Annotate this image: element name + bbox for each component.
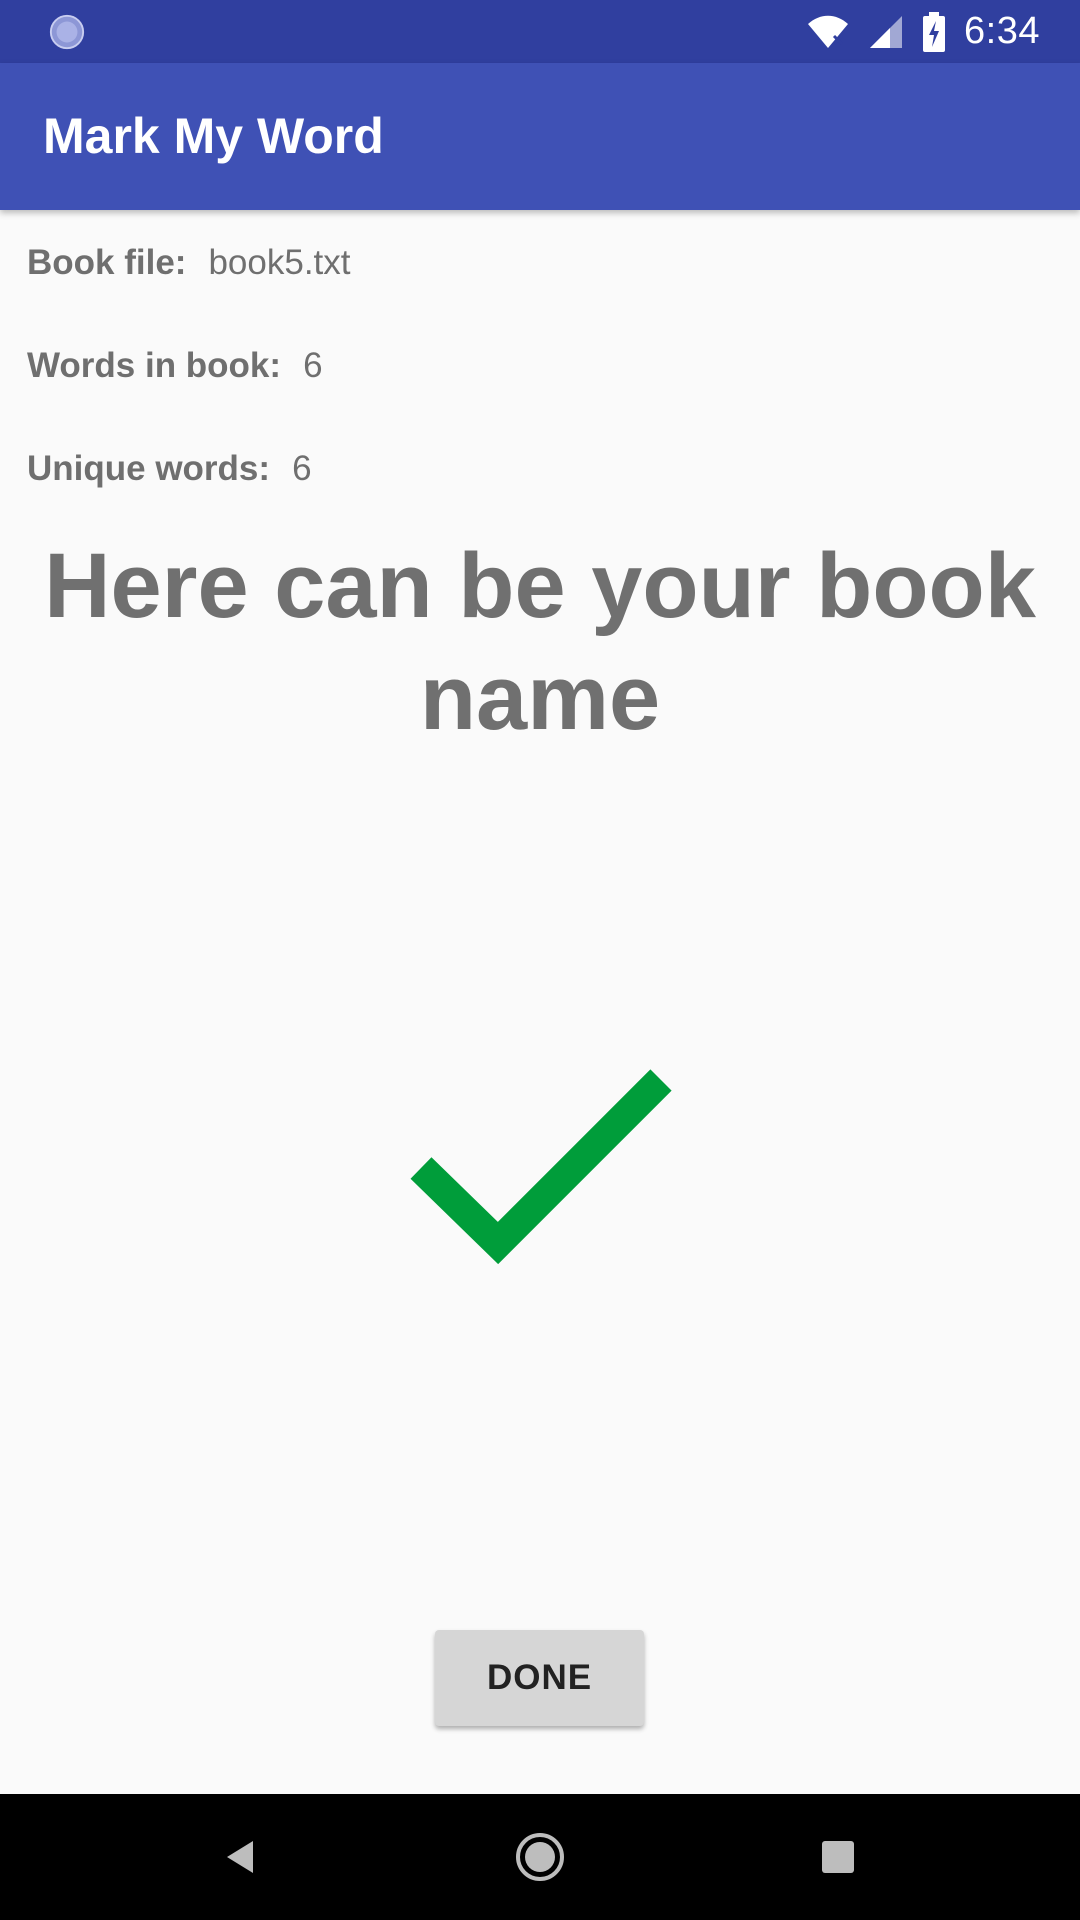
unique-words-label: Unique words: — [27, 449, 271, 488]
cell-signal-icon — [870, 15, 903, 48]
check-icon — [410, 1069, 672, 1265]
words-in-book-value: 6 — [303, 346, 323, 385]
nav-home-button[interactable] — [477, 1794, 603, 1920]
nav-back-button[interactable] — [178, 1794, 304, 1920]
unique-words-row: Unique words: 6 — [27, 449, 312, 489]
nav-recent-apps-button[interactable] — [775, 1794, 901, 1920]
book-file-label: Book file: — [27, 243, 187, 282]
battery-charging-icon — [923, 11, 946, 52]
status-time: 6:34 — [964, 10, 1040, 52]
recent-apps-icon — [822, 1841, 854, 1873]
app-bar: Mark My Word — [0, 63, 1080, 210]
app-title: Mark My Word — [43, 108, 384, 164]
unique-words-value: 6 — [292, 449, 312, 488]
done-button[interactable]: DONE — [435, 1630, 644, 1726]
status-bar: 6:34 — [0, 0, 1080, 63]
words-in-book-row: Words in book: 6 — [27, 346, 323, 386]
home-icon — [516, 1833, 564, 1881]
book-file-row: Book file: book5.txt — [27, 243, 351, 283]
back-icon — [227, 1841, 253, 1873]
sync-icon — [49, 14, 85, 50]
words-in-book-label: Words in book: — [27, 346, 282, 385]
status-icons: 6:34 — [806, 0, 1040, 63]
wifi-off-icon — [808, 15, 849, 48]
navigation-bar — [0, 1794, 1080, 1920]
book-name-heading: Here can be your book name — [44, 535, 1036, 749]
book-file-value: book5.txt — [208, 243, 351, 282]
